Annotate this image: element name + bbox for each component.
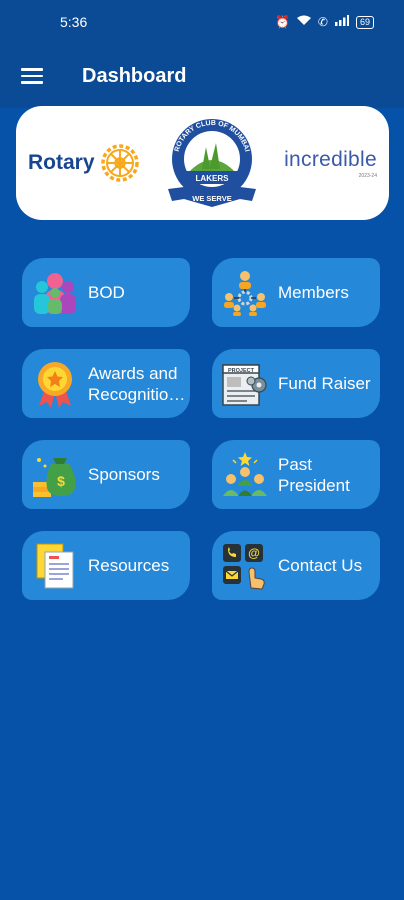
svg-text:@: @: [248, 546, 260, 560]
svg-text:$: $: [57, 473, 65, 489]
svg-text:PROJECT: PROJECT: [228, 368, 255, 374]
call-icon: ✆: [317, 15, 328, 29]
page-title: Dashboard: [82, 64, 187, 87]
app-bar: Dashboard: [0, 44, 404, 108]
incredible-logo-text: incredible: [284, 147, 377, 171]
club-banner: Rotary LAKERS ROTARY CLUB OF MUMBAI WE S…: [16, 106, 389, 220]
tile-members[interactable]: Members: [212, 258, 380, 327]
tile-fund-raiser[interactable]: PROJECT Fund Raiser: [212, 349, 380, 418]
dashboard-grid: BOD Members Awards and Recognitio… PROJE…: [22, 258, 384, 600]
contact-touch-icon: @: [220, 541, 270, 591]
tile-awards[interactable]: Awards and Recognitio…: [22, 349, 190, 418]
status-icons: ⏰ ✆ 69: [275, 15, 374, 29]
tile-label: Sponsors: [88, 465, 160, 484]
tile-resources[interactable]: Resources: [22, 531, 190, 600]
tile-sponsors[interactable]: $ Sponsors: [22, 440, 190, 509]
project-document-icon: PROJECT: [220, 359, 270, 409]
group-people-icon: [30, 268, 80, 318]
signal-icon: [334, 15, 349, 29]
money-bag-icon: $: [30, 450, 80, 500]
documents-icon: [30, 541, 80, 591]
tile-label: Resources: [88, 556, 170, 575]
rotary-logo-text: Rotary: [28, 151, 95, 174]
menu-button[interactable]: [0, 44, 64, 108]
tile-contact-us[interactable]: @ Contact Us: [212, 531, 380, 600]
tile-label: BOD: [88, 283, 125, 302]
rotary-logo: Rotary: [28, 142, 141, 184]
org-network-icon: [220, 268, 270, 318]
rotary-wheel-icon: [100, 144, 139, 182]
incredible-logo-year: 2023-24: [358, 172, 377, 179]
status-time: 5:36: [60, 14, 88, 30]
status-bar: 5:36 ⏰ ✆ 69: [0, 0, 404, 44]
wifi-icon: [296, 15, 311, 29]
tile-label: Awards and Recognitio…: [88, 363, 186, 404]
tile-label: Contact Us: [278, 556, 363, 575]
tile-bod[interactable]: BOD: [22, 258, 190, 327]
award-medal-icon: [30, 359, 80, 409]
club-emblem-logo: LAKERS ROTARY CLUB OF MUMBAI WE SERVE: [162, 117, 262, 209]
tile-label: Past President: [278, 454, 350, 495]
menu-icon: [21, 68, 43, 84]
leader-star-icon: [220, 450, 270, 500]
tile-label: Fund Raiser: [278, 374, 371, 393]
alarm-icon: ⏰: [274, 15, 290, 29]
emblem-middle-text: LAKERS: [196, 174, 230, 183]
incredible-logo: incredible 2023-24: [284, 148, 377, 179]
tile-label: Members: [278, 283, 349, 302]
battery-icon: 69: [355, 15, 374, 29]
emblem-ribbon-text: WE SERVE: [193, 194, 232, 203]
tile-past-president[interactable]: Past President: [212, 440, 380, 509]
